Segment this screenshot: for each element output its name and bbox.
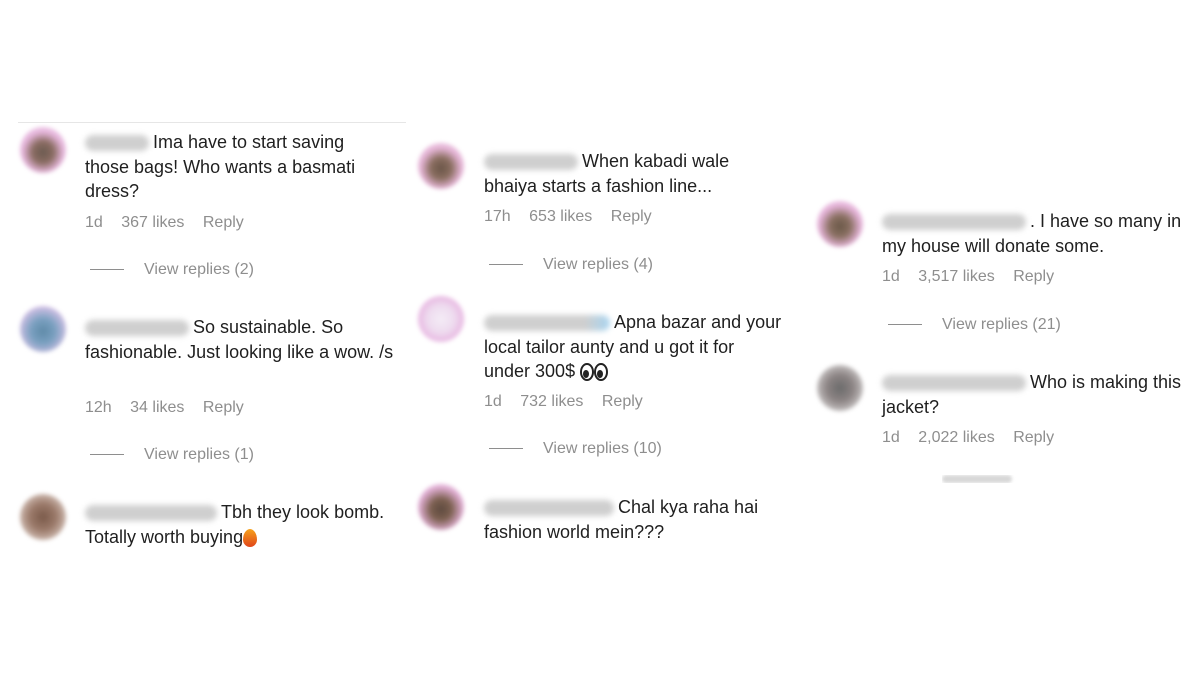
username-blurred[interactable] (85, 505, 217, 522)
comment-text: Who is making this jacket? (882, 372, 1182, 417)
comment-text: Chal kya raha hai fashion world mein??? (484, 497, 759, 542)
avatar[interactable] (418, 296, 464, 342)
view-replies-button[interactable]: View replies (2) (90, 261, 254, 279)
divider-line (90, 269, 124, 271)
comment-time: 1d (882, 429, 900, 446)
comment-text: When kabadi wale bhaiya starts a fashion… (484, 151, 730, 196)
comment-meta: 1d 3,517 likes Reply (882, 268, 1068, 286)
comment-likes[interactable]: 34 likes (130, 399, 184, 416)
avatar[interactable] (418, 143, 464, 189)
comment-text: Ima have to start saving those bags! Who… (85, 132, 356, 201)
avatar[interactable] (418, 484, 464, 530)
comment-text: . I have so many in my house will donate… (882, 211, 1182, 256)
comment-meta: 12h 34 likes Reply (85, 399, 258, 417)
reply-button[interactable]: Reply (1013, 429, 1054, 446)
avatar[interactable] (817, 201, 863, 247)
divider-line (489, 448, 523, 450)
comment-text: So sustainable. So fashionable. Just loo… (85, 317, 394, 362)
comment-likes[interactable]: 653 likes (529, 208, 592, 225)
comment-text: Apna bazar and your local tailor aunty a… (484, 310, 784, 384)
view-replies-button[interactable]: View replies (1) (90, 446, 254, 464)
comment-time: 1d (85, 214, 103, 231)
username-blurred[interactable] (484, 315, 610, 332)
comment-time: 12h (85, 399, 112, 416)
username-blurred[interactable] (484, 154, 578, 171)
avatar[interactable] (817, 365, 863, 411)
eyes-emoji-icon (580, 359, 609, 384)
comment-likes[interactable]: 367 likes (121, 214, 184, 231)
username-blurred[interactable] (85, 135, 149, 152)
avatar[interactable] (20, 127, 66, 173)
view-replies-button[interactable]: View replies (4) (489, 256, 653, 274)
comment-time: 1d (882, 268, 900, 285)
username-blurred[interactable] (882, 375, 1026, 392)
comment-meta: 1d 367 likes Reply (85, 214, 258, 232)
divider-line (489, 264, 523, 266)
comment-meta: 17h 653 likes Reply (484, 208, 666, 226)
view-replies-button[interactable]: View replies (10) (489, 440, 662, 458)
reply-button[interactable]: Reply (611, 208, 652, 225)
divider-line (888, 324, 922, 326)
avatar[interactable] (20, 494, 66, 540)
username-blurred[interactable] (484, 500, 614, 517)
comment-likes[interactable]: 3,517 likes (918, 268, 995, 285)
comment-likes[interactable]: 732 likes (520, 393, 583, 410)
comment-text: Tbh they look bomb. Totally worth buying (85, 502, 385, 547)
cropped-view-replies (942, 475, 1062, 483)
comment-likes[interactable]: 2,022 likes (918, 429, 995, 446)
reply-button[interactable]: Reply (602, 393, 643, 410)
avatar[interactable] (20, 306, 66, 352)
username-blurred[interactable] (882, 214, 1026, 231)
reply-button[interactable]: Reply (203, 214, 244, 231)
fire-emoji-icon (243, 528, 258, 547)
view-replies-button[interactable]: View replies (21) (888, 316, 1061, 334)
username-blurred[interactable] (85, 320, 189, 337)
comment-meta: 1d 732 likes Reply (484, 393, 657, 411)
divider-line (90, 454, 124, 456)
comment-time: 17h (484, 208, 511, 225)
reply-button[interactable]: Reply (1013, 268, 1054, 285)
comment-time: 1d (484, 393, 502, 410)
comment-meta: 1d 2,022 likes Reply (882, 429, 1068, 447)
reply-button[interactable]: Reply (203, 399, 244, 416)
